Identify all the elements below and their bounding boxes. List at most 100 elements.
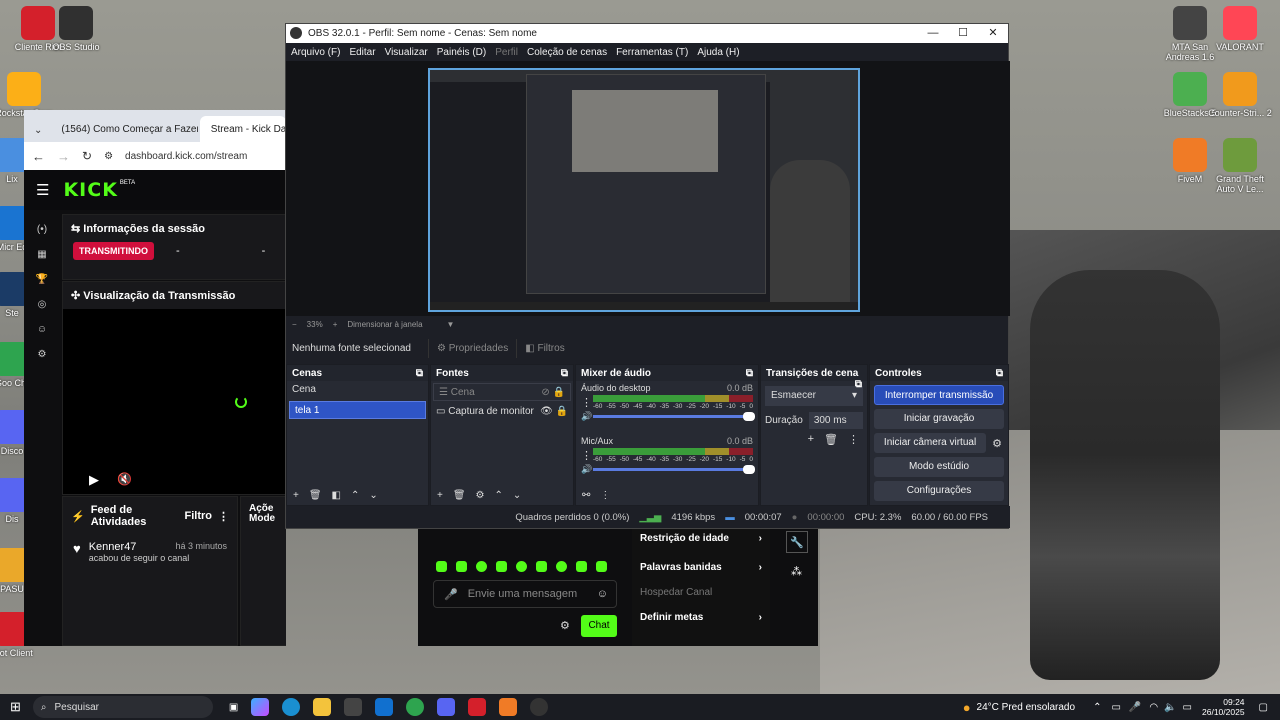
windows-start-icon[interactable]: ⊞ bbox=[10, 699, 21, 715]
more-icon[interactable]: ⋮ bbox=[848, 433, 859, 446]
properties-button[interactable]: ⚙ Propriedades bbox=[428, 338, 516, 358]
edge-icon[interactable] bbox=[282, 698, 301, 716]
taskbar-search[interactable]: ⌕ Pesquisar bbox=[32, 696, 213, 718]
scene-item[interactable]: Cena bbox=[287, 381, 428, 399]
notifications-icon[interactable]: ▢ bbox=[1259, 702, 1268, 713]
kick-logo[interactable]: KICK bbox=[63, 179, 117, 201]
volume-slider[interactable] bbox=[593, 412, 755, 421]
broadcast-icon[interactable]: (•) bbox=[37, 224, 47, 235]
chevron-down-icon[interactable]: ⌄ bbox=[513, 490, 521, 501]
users-icon[interactable]: ☺ bbox=[37, 324, 47, 335]
chrome-icon[interactable] bbox=[406, 698, 425, 716]
trash-icon[interactable]: 🗑 bbox=[309, 490, 322, 501]
menu-item-banned-words[interactable]: Palavras banidas › bbox=[632, 558, 770, 583]
add-icon[interactable]: + bbox=[808, 433, 814, 446]
fivem-icon[interactable] bbox=[499, 698, 518, 716]
filter-icon[interactable]: ◧ bbox=[332, 490, 341, 501]
chevron-down-icon[interactable]: ⌄ bbox=[28, 125, 48, 142]
obs-icon[interactable] bbox=[530, 698, 549, 716]
tray-app-icon[interactable]: ▭ bbox=[1111, 702, 1120, 713]
zoom-mode[interactable]: Dimensionar à janela bbox=[347, 320, 422, 329]
chevron-up-icon[interactable]: ⌃ bbox=[495, 490, 503, 501]
menu-view[interactable]: Visualizar bbox=[385, 47, 428, 58]
maximize-button[interactable]: ☐ bbox=[948, 24, 978, 43]
chevron-down-icon[interactable]: ⌄ bbox=[369, 490, 377, 501]
preview-capture[interactable] bbox=[428, 68, 860, 312]
volume-icon[interactable]: 🔈 bbox=[1164, 702, 1176, 713]
browser-tab-youtube[interactable]: (1564) Como Começar a Fazer × bbox=[50, 116, 197, 142]
menu-file[interactable]: Arquivo (F) bbox=[291, 47, 340, 58]
more-icon[interactable]: ⋮ bbox=[600, 490, 610, 501]
emote-icon[interactable] bbox=[476, 561, 487, 572]
moderation-icon[interactable]: ◎ bbox=[38, 299, 47, 310]
virtual-camera-button[interactable]: Iniciar câmera virtual bbox=[874, 433, 987, 453]
riot-icon[interactable] bbox=[468, 698, 487, 716]
volume-slider[interactable] bbox=[593, 465, 755, 474]
dashboard-icon[interactable]: ▦ bbox=[37, 249, 46, 260]
emote-icon[interactable] bbox=[556, 561, 567, 572]
desktop-icon[interactable]: VALORANT bbox=[1208, 6, 1272, 52]
mute-icon[interactable]: 🔇 bbox=[117, 472, 132, 486]
outlook-icon[interactable] bbox=[375, 698, 394, 716]
browser-tab-kick[interactable]: Stream - Kick Da bbox=[199, 116, 286, 142]
studio-mode-button[interactable]: Modo estúdio bbox=[874, 457, 1004, 477]
copilot-icon[interactable] bbox=[251, 698, 270, 716]
mod-tools-icon[interactable]: ⁂ bbox=[791, 565, 818, 578]
battery-icon[interactable]: ▭ bbox=[1183, 702, 1192, 713]
zoom-in-button[interactable]: + bbox=[333, 320, 338, 329]
more-icon[interactable]: ⋮ bbox=[218, 510, 229, 523]
feed-filter[interactable]: Filtro bbox=[185, 510, 213, 522]
back-icon[interactable]: ← bbox=[32, 149, 45, 164]
wrench-icon[interactable]: 🔧 bbox=[786, 531, 808, 553]
gear-icon[interactable]: ⚙ bbox=[476, 490, 485, 501]
chevron-up-icon[interactable]: ⌃ bbox=[351, 490, 359, 501]
obs-preview[interactable] bbox=[286, 61, 1010, 316]
emote-icon[interactable] bbox=[576, 561, 587, 572]
eye-icon[interactable]: 👁 bbox=[540, 406, 553, 417]
feed-user[interactable]: Kenner47 bbox=[89, 541, 137, 553]
emote-icon[interactable] bbox=[456, 561, 467, 572]
source-item[interactable]: ☰ Cena ⊘ 🔒 bbox=[433, 383, 571, 401]
menu-item-host-channel[interactable]: Hospedar Canal bbox=[632, 583, 770, 608]
minimize-button[interactable]: — bbox=[918, 24, 948, 43]
menu-help[interactable]: Ajuda (H) bbox=[697, 47, 739, 58]
trophy-icon[interactable]: 🏆 bbox=[36, 274, 48, 285]
reload-icon[interactable]: ↻ bbox=[82, 149, 92, 163]
play-icon[interactable]: ▶ bbox=[89, 472, 99, 488]
chat-send-button[interactable]: Chat bbox=[581, 615, 617, 637]
emote-icon[interactable] bbox=[516, 561, 527, 572]
link-icon[interactable]: ⚯ bbox=[582, 490, 590, 501]
speaker-icon[interactable]: 🔊 bbox=[581, 411, 592, 422]
more-icon[interactable]: ⋮ bbox=[581, 449, 592, 462]
menu-scene-collection[interactable]: Coleção de cenas bbox=[527, 47, 607, 58]
chevron-down-icon[interactable]: ▼ bbox=[447, 320, 455, 329]
menu-tools[interactable]: Ferramentas (T) bbox=[616, 47, 688, 58]
close-button[interactable]: ✕ bbox=[978, 24, 1008, 43]
stop-stream-button[interactable]: Interromper transmissão bbox=[874, 385, 1004, 405]
add-icon[interactable]: + bbox=[293, 490, 299, 501]
menu-profile[interactable]: Perfil bbox=[495, 47, 518, 58]
emote-icon[interactable] bbox=[496, 561, 507, 572]
store-icon[interactable] bbox=[344, 698, 363, 716]
start-recording-button[interactable]: Iniciar gravação bbox=[874, 409, 1004, 429]
scene-item-selected[interactable]: tela 1 bbox=[289, 401, 426, 419]
emote-icon[interactable] bbox=[596, 561, 607, 572]
add-icon[interactable]: + bbox=[437, 490, 443, 501]
settings-icon[interactable]: ⚙ bbox=[38, 349, 47, 360]
more-icon[interactable]: ⋮ bbox=[581, 396, 592, 409]
source-item[interactable]: ▭ Captura de monitor 👁 🔒 bbox=[431, 403, 573, 421]
trash-icon[interactable]: 🗑 bbox=[453, 490, 466, 501]
tray-chevron-icon[interactable]: ⌃ bbox=[1093, 702, 1101, 713]
filters-button[interactable]: ◧ Filtros bbox=[516, 338, 572, 358]
menu-item-goals[interactable]: Definir metas › bbox=[632, 608, 770, 633]
emote-icon[interactable] bbox=[536, 561, 547, 572]
weather-text[interactable]: 24°C Pred ensolarado bbox=[977, 702, 1076, 713]
menu-item-age-restriction[interactable]: Restrição de idade › bbox=[632, 529, 770, 558]
chat-settings-icon[interactable]: ⚙ bbox=[560, 619, 570, 632]
gear-icon[interactable]: ⚙ bbox=[992, 437, 1002, 450]
url-text[interactable]: dashboard.kick.com/stream bbox=[125, 151, 247, 162]
trash-icon[interactable]: 🗑 bbox=[824, 433, 838, 446]
speaker-icon[interactable]: 🔊 bbox=[581, 464, 592, 475]
desktop-icon[interactable]: Counter-Stri... 2 bbox=[1208, 72, 1272, 118]
mic-icon[interactable]: 🎤 bbox=[1129, 702, 1141, 713]
